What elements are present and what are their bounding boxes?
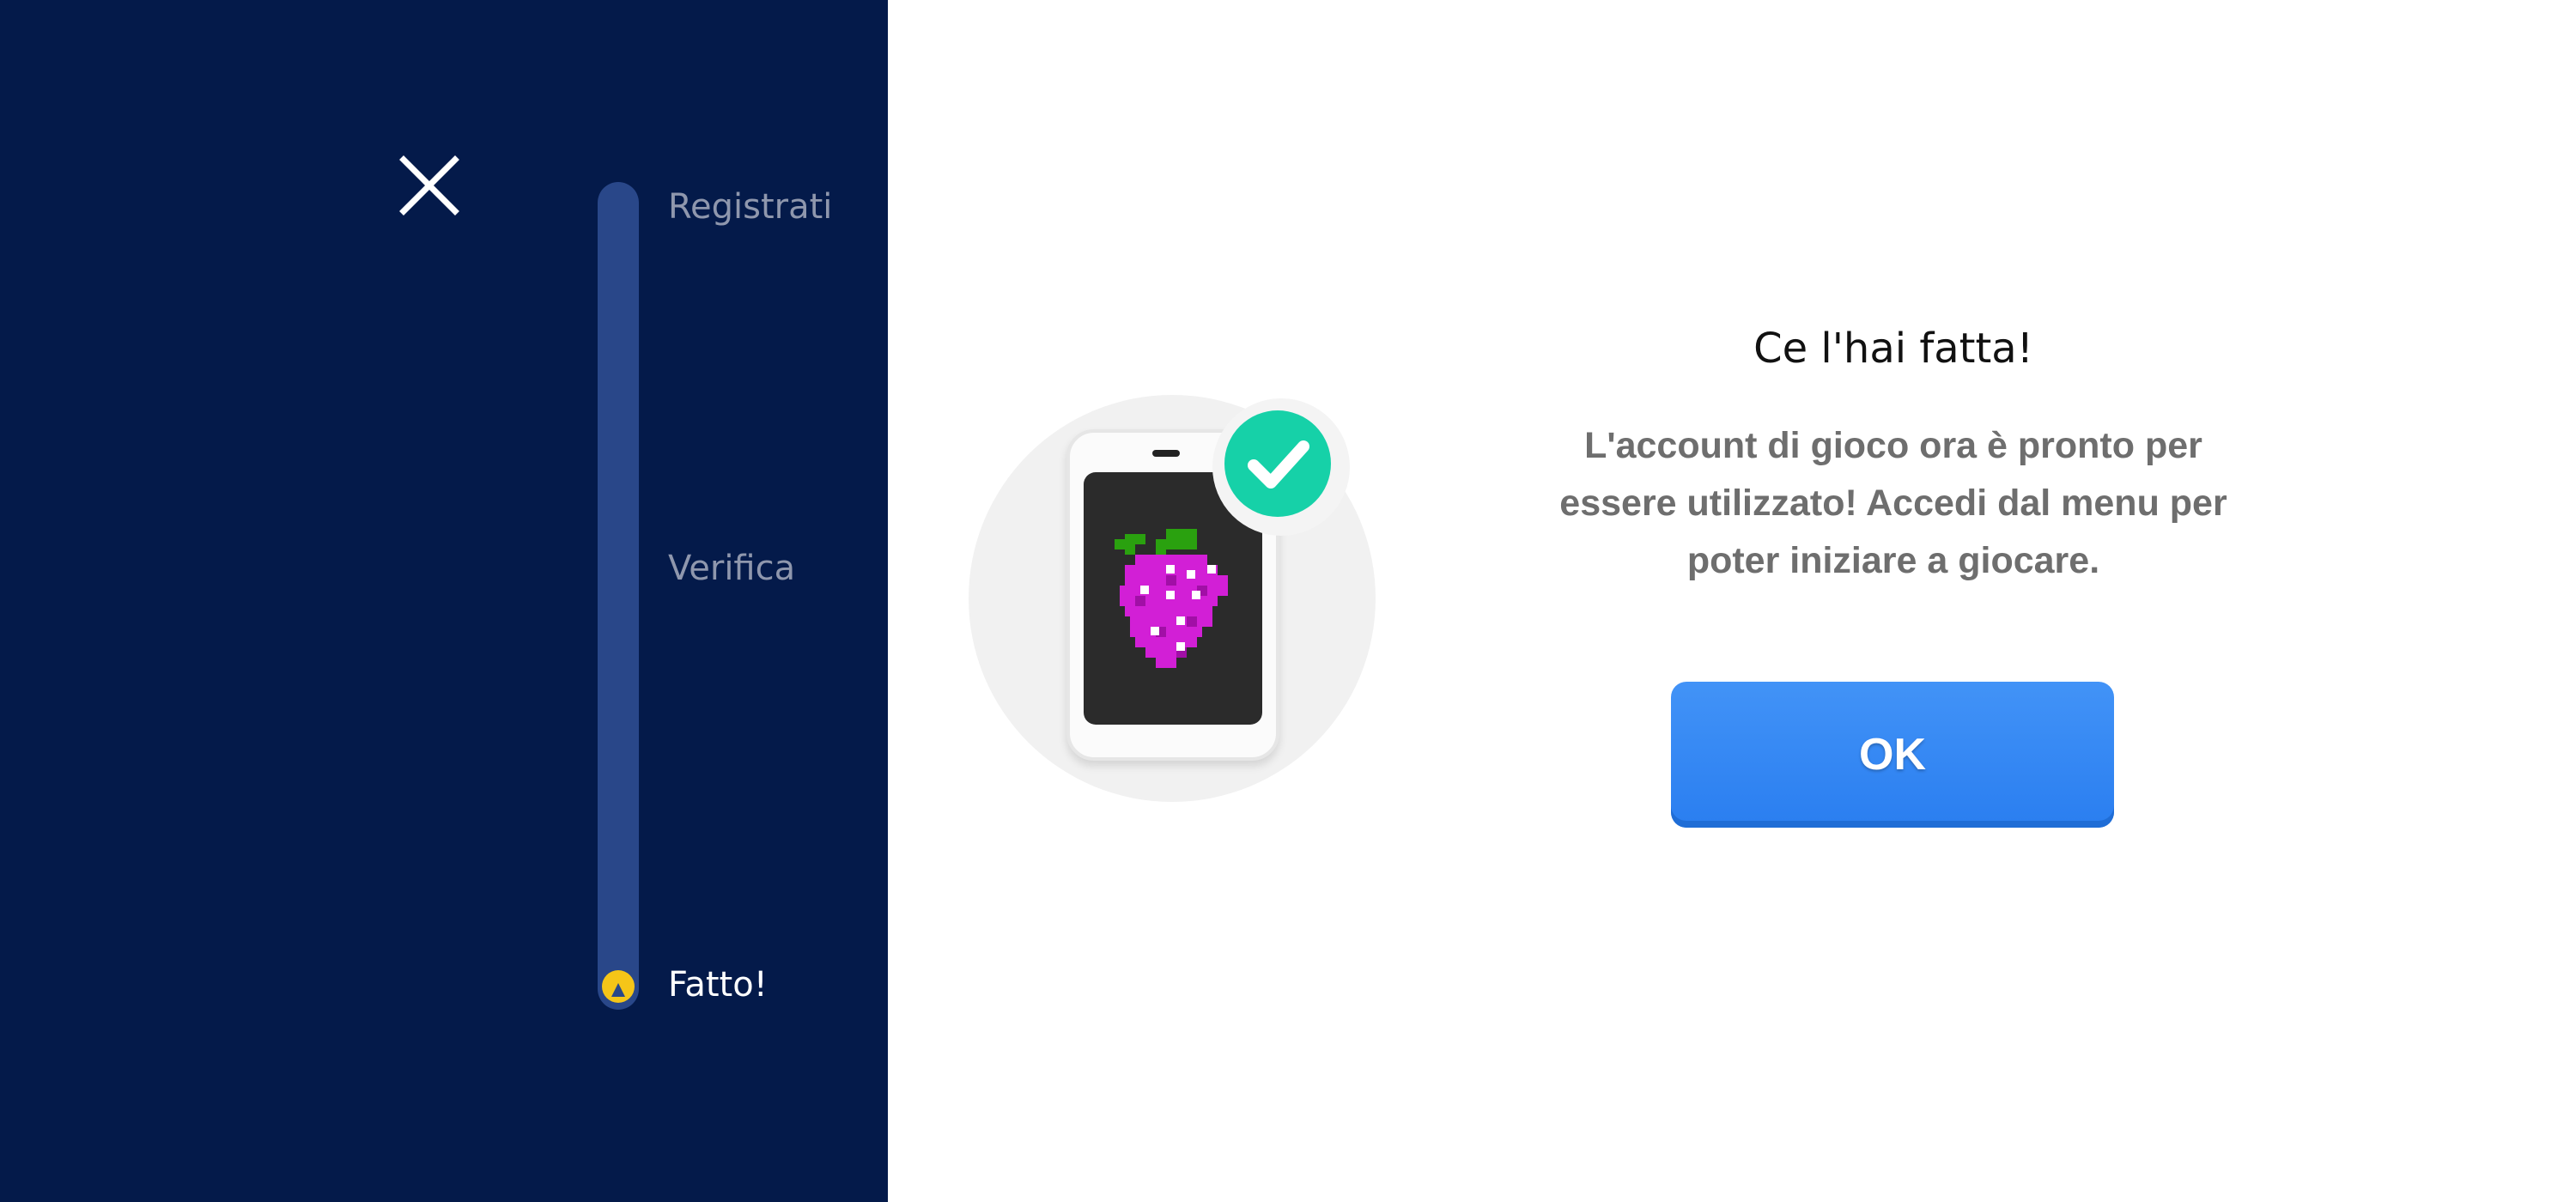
check-badge	[1212, 398, 1350, 536]
ok-button[interactable]: OK	[1671, 682, 2114, 828]
signup-complete-screen: Registrati Verifica Fatto! Ce l'hai fatt…	[0, 0, 2576, 1202]
step-verifica: Verifica	[668, 549, 796, 588]
checkmark-icon	[1224, 410, 1331, 517]
progress-track	[598, 182, 639, 1010]
step-fatto: Fatto!	[668, 965, 768, 1005]
close-icon	[399, 155, 459, 216]
progress-sidebar: Registrati Verifica Fatto!	[0, 0, 888, 1202]
close-button[interactable]	[397, 153, 462, 218]
step-registrati: Registrati	[668, 187, 833, 227]
phone-illustration	[969, 378, 1376, 824]
dialog-title: Ce l'hai fatta!	[1753, 325, 2033, 373]
progress-marker-icon	[600, 968, 636, 1005]
phone-speaker	[1152, 450, 1180, 457]
dialog-message: L'account di gioco ora è pronto per esse…	[1559, 425, 2227, 581]
